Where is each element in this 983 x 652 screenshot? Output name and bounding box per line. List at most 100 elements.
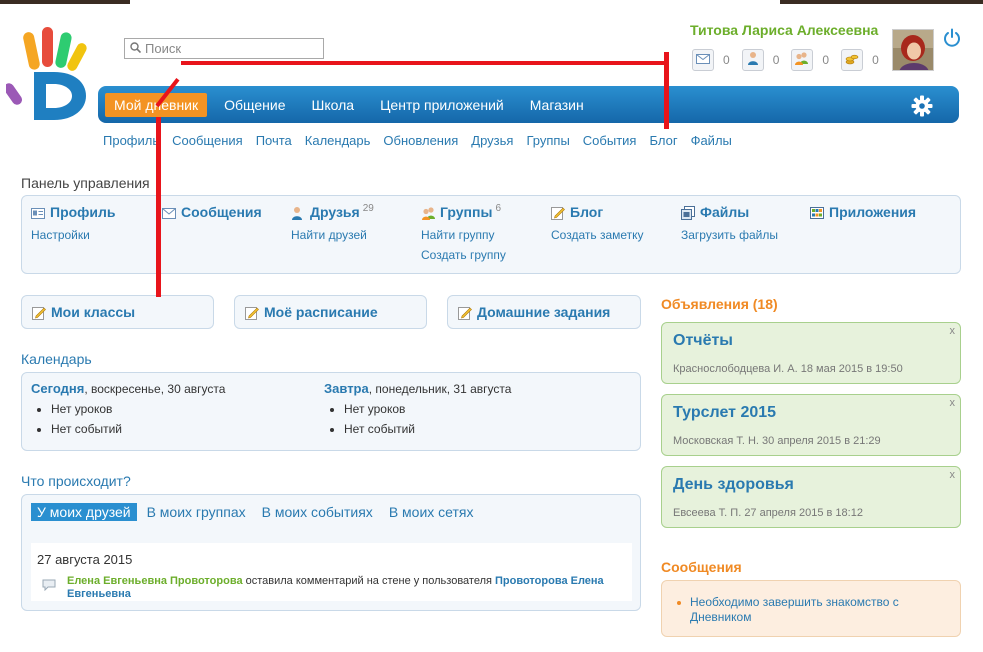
tab-events[interactable]: В моих событиях (256, 503, 379, 521)
close-icon[interactable]: x (950, 397, 956, 409)
message-icon (162, 206, 176, 219)
subnav-calendar[interactable]: Календарь (305, 133, 371, 148)
tab-groups[interactable]: В моих группах (141, 503, 252, 521)
person-icon (747, 51, 759, 70)
announcement-title[interactable]: Турслет 2015 (673, 404, 776, 422)
envelope-icon (696, 51, 710, 69)
cp-groups: Группы 6 Найти группу Создать группу (421, 202, 506, 263)
gear-icon[interactable] (911, 95, 933, 117)
main-navbar: Мой дневник Общение Школа Центр приложен… (98, 86, 959, 123)
files-icon (681, 205, 695, 220)
logout-power-icon[interactable] (942, 28, 962, 48)
cp-settings-link[interactable]: Настройки (31, 228, 116, 242)
user-name-link[interactable]: Титова Лариса Алексеевна (690, 22, 878, 38)
bullet-icon (677, 601, 681, 605)
cp-find-group-link[interactable]: Найти группу (421, 228, 506, 242)
cp-find-friends-link[interactable]: Найти друзей (291, 228, 374, 242)
close-icon[interactable]: x (950, 469, 956, 481)
subnav-messages[interactable]: Сообщения (172, 133, 243, 148)
today-item: Нет событий (51, 422, 225, 436)
announcement-title[interactable]: Отчёты (673, 332, 733, 350)
search-input[interactable] (145, 41, 315, 56)
cp-messages-link[interactable]: Сообщения (162, 204, 262, 220)
nav-shop[interactable]: Магазин (521, 93, 593, 117)
nav-communication[interactable]: Общение (215, 93, 294, 117)
cp-create-note-link[interactable]: Создать заметку (551, 228, 644, 242)
tab-networks[interactable]: В моих сетях (383, 503, 480, 521)
groups-count: 0 (822, 53, 830, 67)
groups-badge: 6 (495, 202, 501, 214)
subnav-friends[interactable]: Друзья (471, 133, 513, 148)
calendar-panel: Сегодня, воскресенье, 30 августа Нет уро… (21, 372, 641, 451)
my-classes-button[interactable]: Мои классы (21, 295, 214, 329)
tomorrow-link[interactable]: Завтра (324, 381, 369, 396)
tomorrow-item: Нет событий (344, 422, 511, 436)
pencil-icon (551, 206, 565, 220)
search-box[interactable] (124, 38, 324, 59)
notification-counters: 0 0 0 0 (692, 49, 891, 71)
cp-files-link[interactable]: Файлы (681, 204, 778, 220)
subnav-blog[interactable]: Блог (649, 133, 677, 148)
announcement-title[interactable]: День здоровья (673, 476, 794, 494)
cp-friends: Друзья 29 Найти друзей (291, 203, 374, 243)
calendar-tomorrow: Завтра, понедельник, 31 августа Нет урок… (324, 381, 511, 442)
today-item: Нет уроков (51, 402, 225, 416)
mail-counter[interactable]: 0 (692, 49, 734, 71)
top-decor-strip (0, 0, 983, 4)
coins-icon (845, 51, 859, 70)
feed-author-link[interactable]: Елена Евгеньевна Провоторова (67, 575, 243, 587)
cp-profile-link[interactable]: Профиль (31, 204, 116, 220)
subnav-profile[interactable]: Профиль (103, 133, 159, 148)
subnav-groups[interactable]: Группы (526, 133, 569, 148)
annotation-line (664, 52, 669, 129)
cp-blog-link[interactable]: Блог (551, 204, 644, 220)
cp-apps: Приложения (810, 204, 916, 220)
subnav-mail[interactable]: Почта (256, 133, 292, 148)
announcement-meta: Московская Т. Н. 30 апреля 2015 в 21:29 (673, 435, 881, 447)
control-panel-title: Панель управления (21, 175, 150, 191)
subnav-events[interactable]: События (583, 133, 637, 148)
message-item[interactable]: Необходимо завершить знакомство с Дневни… (677, 595, 947, 625)
today-link[interactable]: Сегодня (31, 381, 84, 396)
dnevnik-logo[interactable] (3, 24, 96, 124)
activity-feed: 27 августа 2015 Елена Евгеньевна Провото… (31, 543, 632, 601)
tab-friends[interactable]: У моих друзей (31, 503, 137, 521)
close-icon[interactable]: x (950, 325, 956, 337)
tomorrow-item: Нет уроков (344, 402, 511, 416)
today-date: , воскресенье, 30 августа (84, 382, 226, 396)
announcement-meta: Евсеева Т. П. 27 апреля 2015 в 18:12 (673, 507, 863, 519)
friends-request-counter[interactable]: 0 (741, 49, 784, 71)
calendar-title[interactable]: Календарь (21, 351, 92, 367)
feed-entry: Елена Евгеньевна Провоторова оставила ко… (67, 575, 622, 601)
nav-school[interactable]: Школа (303, 93, 364, 117)
cp-upload-files-link[interactable]: Загрузить файлы (681, 228, 778, 242)
activity-panel: У моих друзей В моих группах В моих собы… (21, 494, 641, 611)
subnav-files[interactable]: Файлы (691, 133, 732, 148)
cp-apps-link[interactable]: Приложения (810, 204, 916, 220)
activity-tabs: У моих друзей В моих группах В моих собы… (31, 503, 483, 521)
groups-counter[interactable]: 0 (791, 49, 833, 71)
sub-navigation: Профиль Сообщения Почта Календарь Обновл… (103, 133, 745, 148)
avatar[interactable] (892, 29, 934, 71)
homework-button[interactable]: Домашние задания (447, 295, 641, 329)
profile-card-icon (31, 206, 45, 219)
announcements-title[interactable]: Объявления (18) (661, 296, 778, 312)
my-schedule-button[interactable]: Моё расписание (234, 295, 427, 329)
cp-profile: Профиль Настройки (31, 204, 116, 242)
people-icon (421, 206, 435, 220)
cp-groups-link[interactable]: Группы 6 (421, 202, 506, 220)
pencil-icon (245, 306, 259, 320)
announcement-meta: Краснослободцева И. А. 18 мая 2015 в 19:… (673, 363, 903, 375)
messages-box: Необходимо завершить знакомство с Дневни… (661, 580, 961, 637)
annotation-line (156, 117, 161, 297)
coins-counter[interactable]: 0 (841, 49, 883, 71)
cp-friends-link[interactable]: Друзья 29 (291, 203, 374, 220)
nav-app-center[interactable]: Центр приложений (371, 93, 513, 117)
mail-count: 0 (723, 53, 730, 67)
subnav-updates[interactable]: Обновления (383, 133, 458, 148)
feed-date: 27 августа 2015 (37, 552, 133, 567)
cp-blog: Блог Создать заметку (551, 204, 644, 242)
people-icon (794, 51, 810, 70)
cp-create-group-link[interactable]: Создать группу (421, 248, 506, 262)
whats-happening-title: Что происходит? (21, 473, 131, 489)
